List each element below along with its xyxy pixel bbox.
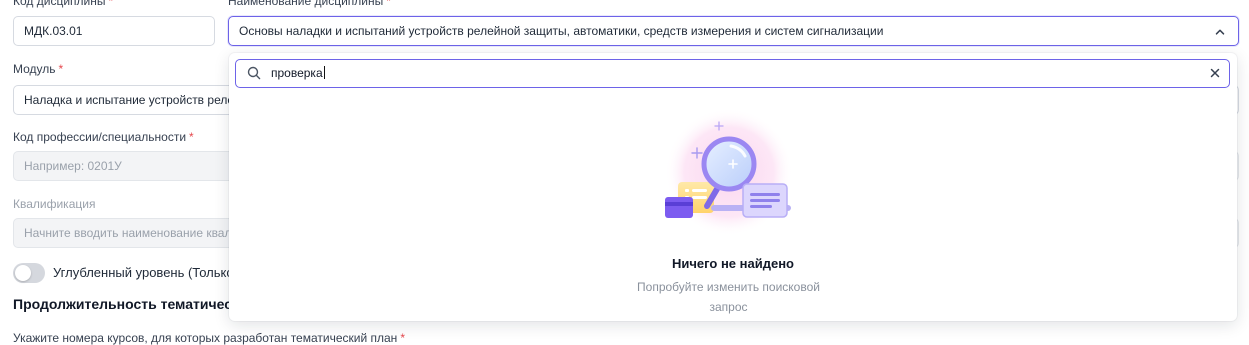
- empty-state-subtitle: Попробуйте изменить поисковой запрос: [637, 280, 820, 314]
- required-mark: *: [400, 331, 405, 345]
- code-field[interactable]: МДК.03.01: [13, 16, 215, 46]
- discipline-select[interactable]: Основы наладки и испытаний устройств рел…: [228, 16, 1239, 46]
- profession-label-text: Код профессии/специальности: [13, 130, 187, 144]
- search-icon: [247, 66, 261, 80]
- code-label: Код дисциплины *: [13, 0, 113, 8]
- module-label: Модуль *: [13, 62, 63, 76]
- required-mark: *: [58, 62, 64, 76]
- module-label-text: Модуль: [13, 62, 56, 76]
- courses-label: Укажите номера курсов, для которых разра…: [13, 331, 405, 345]
- empty-state-title: Ничего не найдено: [672, 256, 794, 271]
- chevron-up-icon[interactable]: [1214, 26, 1226, 38]
- required-mark: *: [189, 130, 194, 144]
- courses-label-text: Укажите номера курсов, для которых разра…: [13, 331, 398, 345]
- required-mark: *: [108, 0, 114, 8]
- search-value: проверка: [271, 66, 323, 80]
- discipline-dropdown: проверка Ничего не найдено Попробуйте из…: [229, 53, 1237, 321]
- toggle-knob: [15, 265, 31, 281]
- discipline-select-value: Основы наладки и испытаний устройств рел…: [239, 24, 884, 38]
- name-label: Наименование дисциплины *: [228, 0, 391, 8]
- code-label-text: Код дисциплины: [13, 0, 106, 8]
- profession-label: Код профессии/специальности *: [13, 130, 194, 144]
- clear-icon[interactable]: [1210, 68, 1220, 78]
- search-text: проверка: [271, 60, 325, 86]
- dropdown-search-input[interactable]: проверка: [235, 59, 1230, 88]
- name-label-text: Наименование дисциплины: [228, 0, 384, 8]
- required-mark: *: [386, 0, 391, 8]
- advanced-level-toggle[interactable]: [13, 263, 45, 283]
- text-caret: [323, 66, 325, 79]
- no-results-illustration: [665, 110, 793, 236]
- qualification-label: Квалификация: [13, 197, 96, 211]
